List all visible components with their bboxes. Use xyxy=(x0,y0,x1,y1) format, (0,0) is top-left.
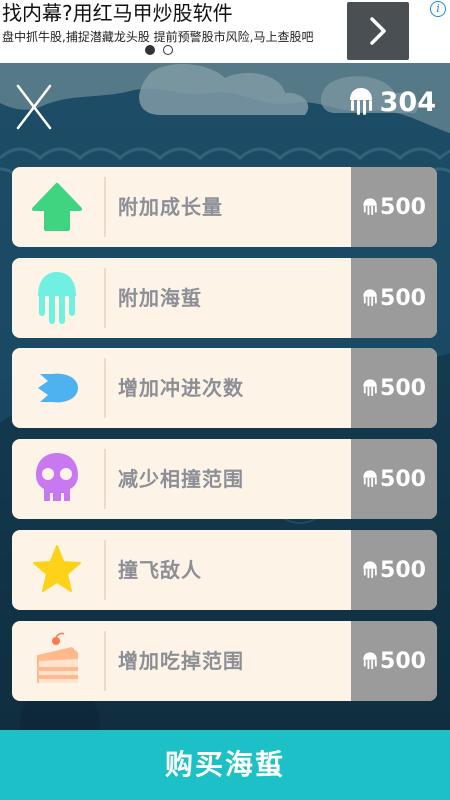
price-value: 500 xyxy=(380,375,426,401)
price-button[interactable]: 500 xyxy=(351,530,437,610)
price-button[interactable]: 500 xyxy=(351,348,437,428)
shop-item-eat-range[interactable]: 增加吃掉范围 500 xyxy=(12,621,437,701)
jellyfish-icon xyxy=(363,470,377,487)
arrow-up-icon xyxy=(32,183,82,231)
chevron-right-icon xyxy=(370,17,386,45)
item-label: 附加海蜇 xyxy=(118,286,202,310)
item-divider xyxy=(104,268,106,328)
jellyfish-counter: 304 xyxy=(348,82,436,122)
ad-subtitle[interactable]: 盘中抓牛股,捕捉潜藏龙头股 提前预警股市风险,马上查股吧 xyxy=(2,28,313,45)
price-value: 500 xyxy=(380,285,426,311)
jellyfish-icon xyxy=(363,652,377,669)
jellyfish-icon xyxy=(349,88,372,115)
skull-icon xyxy=(36,453,78,501)
jellyfish-icon xyxy=(363,379,377,396)
ad-pager-dot-active xyxy=(145,45,155,55)
item-label: 撞飞敌人 xyxy=(118,558,202,582)
item-label: 增加冲进次数 xyxy=(118,376,244,400)
item-divider xyxy=(104,358,106,418)
item-label: 增加吃掉范围 xyxy=(118,649,244,673)
close-x-icon xyxy=(16,84,52,130)
ad-pager xyxy=(145,45,173,55)
item-label: 附加成长量 xyxy=(118,195,223,219)
price-button[interactable]: 500 xyxy=(351,258,437,338)
price-button[interactable]: 500 xyxy=(351,621,437,701)
ad-banner[interactable]: 找内幕?用红马甲炒股软件 盘中抓牛股,捕捉潜藏龙头股 提前预警股市风险,马上查股… xyxy=(0,0,450,63)
jellyfish-icon xyxy=(363,198,377,215)
shop-item-knock-enemies[interactable]: 撞飞敌人 500 xyxy=(12,530,437,610)
jellyfish-icon xyxy=(363,289,377,306)
shop-item-dash[interactable]: 增加冲进次数 500 xyxy=(12,348,437,428)
info-icon[interactable]: i xyxy=(430,1,446,17)
close-button[interactable] xyxy=(14,82,54,132)
shop-item-collision[interactable]: 减少相撞范围 500 xyxy=(12,439,437,519)
jellyfish-icon xyxy=(38,272,76,324)
shop-item-jellyfish[interactable]: 附加海蜇 500 xyxy=(12,258,437,338)
price-button[interactable]: 500 xyxy=(351,439,437,519)
item-divider xyxy=(104,449,106,509)
jellyfish-icon xyxy=(363,561,377,578)
ad-title[interactable]: 找内幕?用红马甲炒股软件 xyxy=(2,0,233,26)
item-divider xyxy=(104,177,106,237)
star-icon xyxy=(33,545,81,592)
price-value: 500 xyxy=(380,557,426,583)
price-button[interactable]: 500 xyxy=(351,167,437,247)
item-divider xyxy=(104,540,106,600)
cake-icon xyxy=(37,632,78,683)
dash-blob-icon xyxy=(38,373,78,403)
buy-jellyfish-button[interactable]: 购买海蜇 xyxy=(0,730,450,800)
price-value: 500 xyxy=(380,466,426,492)
price-value: 500 xyxy=(380,648,426,674)
jellyfish-count: 304 xyxy=(379,86,436,118)
item-label: 减少相撞范围 xyxy=(118,467,244,491)
item-divider xyxy=(104,631,106,691)
ad-next-button[interactable] xyxy=(347,2,409,60)
ad-pager-dot xyxy=(163,45,173,55)
shop-item-growth[interactable]: 附加成长量 500 xyxy=(12,167,437,247)
price-value: 500 xyxy=(380,194,426,220)
